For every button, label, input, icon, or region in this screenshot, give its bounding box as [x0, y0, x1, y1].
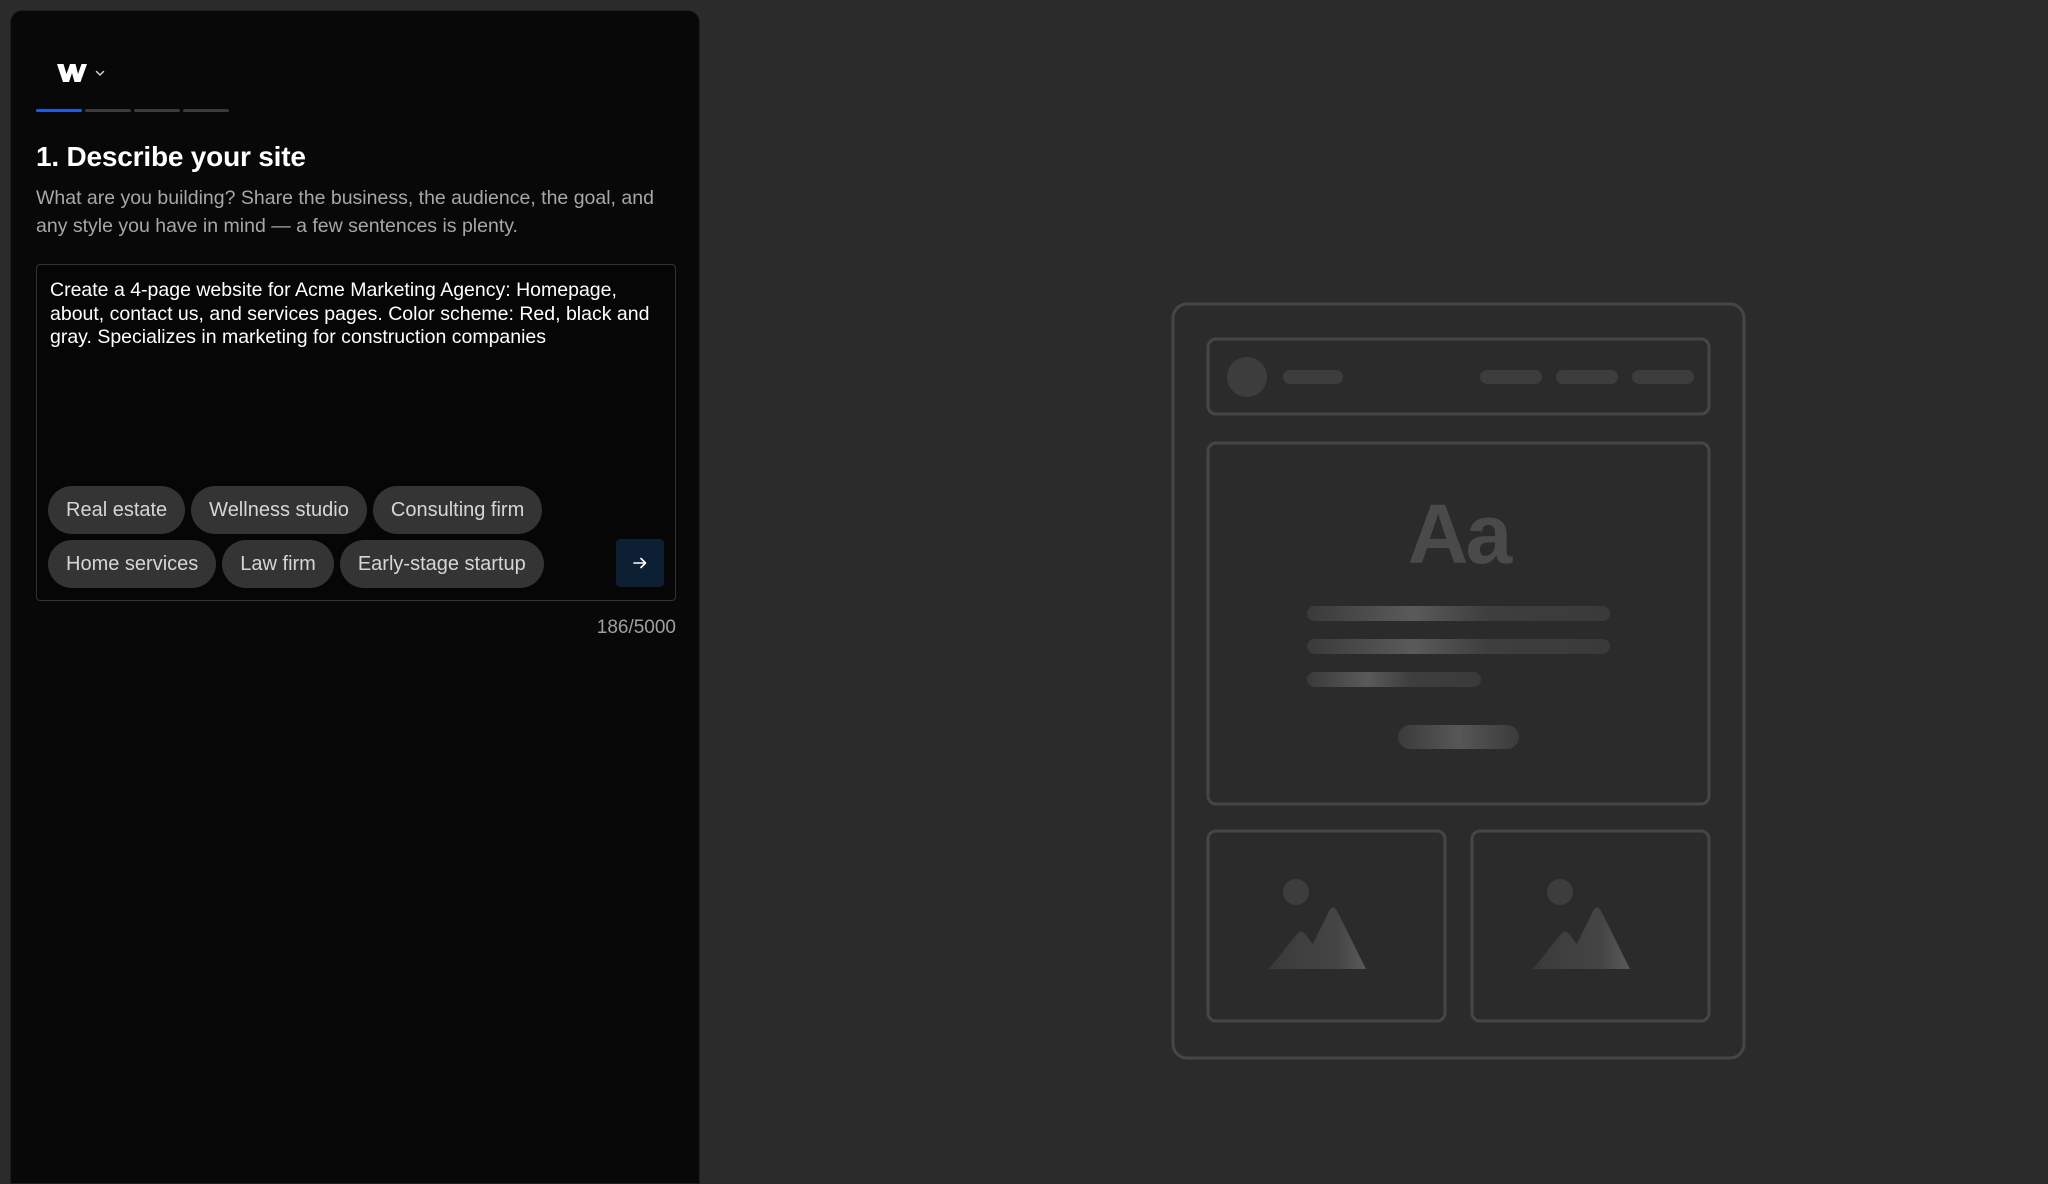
prompt-composer: Create a 4-page website for Acme Marketi… [36, 264, 676, 601]
progress-step-4 [183, 109, 229, 112]
suggestion-row-1: Real estate Wellness studio Consulting f… [48, 486, 608, 534]
suggestion-chip-consulting-firm[interactable]: Consulting firm [372, 486, 543, 534]
step-progress [36, 109, 229, 112]
progress-step-3 [134, 109, 180, 112]
prompt-panel: 1. Describe your site What are you build… [10, 10, 700, 1184]
preview-navbar [1206, 337, 1711, 416]
image-placeholder-icon [1533, 879, 1630, 969]
preview-nav-link [1480, 370, 1542, 384]
preview-hero: Aa [1206, 441, 1711, 806]
suggestion-chip-law-firm[interactable]: Law firm [222, 540, 334, 588]
preview-nav-link [1632, 370, 1694, 384]
workspace-menu-button[interactable] [57, 53, 107, 93]
preview-cta-pill [1398, 725, 1519, 749]
character-counter: 186/5000 [596, 617, 676, 638]
chevron-down-icon [95, 70, 105, 76]
preview-image-card-right [1470, 829, 1711, 1023]
progress-step-2 [85, 109, 131, 112]
preview-nav-link [1556, 370, 1618, 384]
preview-logo-dot [1227, 357, 1267, 397]
suggestion-chip-wellness-studio[interactable]: Wellness studio [191, 486, 367, 534]
image-placeholder-icon [1269, 879, 1366, 969]
site-description-input[interactable]: Create a 4-page website for Acme Marketi… [50, 279, 650, 350]
suggestion-chip-real-estate[interactable]: Real estate [48, 486, 186, 534]
preview-text-line [1307, 672, 1481, 687]
step-subtitle: What are you building? Share the busines… [36, 187, 654, 237]
suggestion-chips: Real estate Wellness studio Consulting f… [48, 486, 608, 594]
webflow-logo-icon [57, 64, 87, 82]
preview-typography-sample: Aa [1408, 487, 1514, 581]
preview-text-line [1307, 606, 1610, 621]
suggestion-row-2: Home services Law firm Early-stage start… [48, 540, 608, 588]
suggestion-chip-early-stage-startup[interactable]: Early-stage startup [339, 540, 544, 588]
preview-brand-pill [1283, 370, 1343, 384]
progress-step-1 [36, 109, 82, 112]
step-title: 1. Describe your site [36, 141, 306, 172]
site-preview-illustration: Aa [1171, 302, 1746, 1060]
submit-button[interactable] [616, 539, 664, 587]
preview-image-card-left [1206, 829, 1447, 1023]
arrow-right-icon [633, 557, 647, 569]
suggestion-chip-home-services[interactable]: Home services [48, 540, 217, 588]
preview-text-line [1307, 639, 1610, 654]
